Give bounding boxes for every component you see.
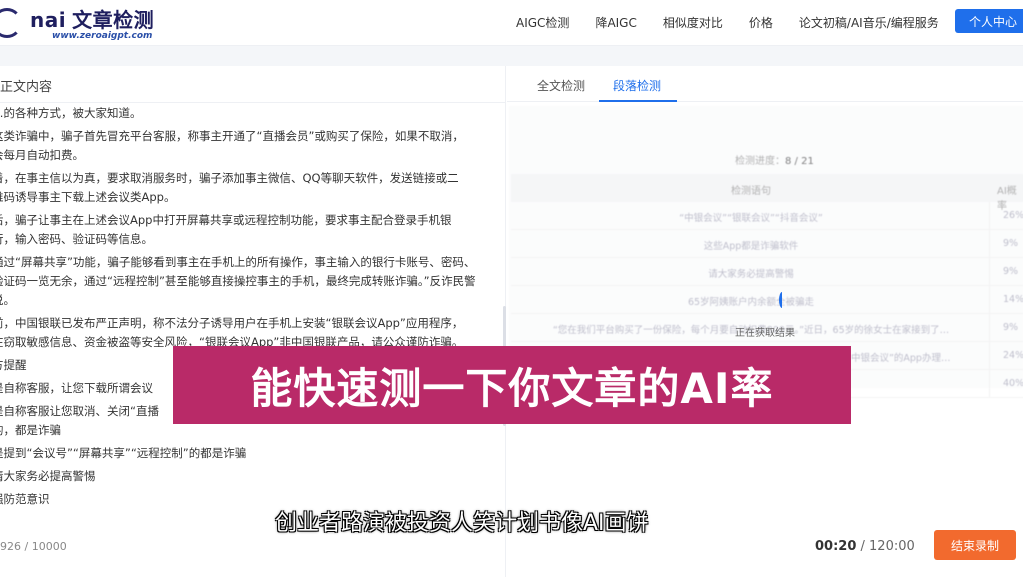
row-rate: 24% <box>1003 350 1023 361</box>
text-paragraph: 是提到“会议号”“屏幕共享”“远程控制”的都是诈骗 <box>0 444 497 463</box>
text-paragraph: 这类诈骗中，骗子首先冒充平台客服，称事主开通了“直播会员”或购买了保险，如果不取… <box>0 127 497 165</box>
result-tabs: 全文检测 段落检测 <box>507 66 1023 102</box>
tab-full-text[interactable]: 全文检测 <box>537 77 585 94</box>
text-paragraph: 请大家务必提高警惕 <box>0 467 497 486</box>
panel-title: 正文内容 <box>0 80 53 95</box>
text-line: 这类诈骗中，骗子首先冒充平台客服，称事主开通了“直播会员”或购买了保险，如果不取… <box>0 129 464 143</box>
nav-reduce-aigc[interactable]: 降AIGC <box>595 14 636 31</box>
table-row: “中银会议”“银联会议”“抖音会议” 26% <box>511 202 1023 230</box>
logo-brand: nai 文章检测 <box>30 8 155 32</box>
result-panel: 全文检测 段落检测 检测进度：8 / 21 检测语句 AI概率 “中银会议”“银… <box>507 66 1023 577</box>
text-line: 通过“屏幕共享”功能，骗子能够看到事主在手机上的所有操作，事主输入的银行卡账号、… <box>0 255 476 269</box>
text-paragraph: 通过“屏幕共享”功能，骗子能够看到事主在手机上的所有操作，事主输入的银行卡账号、… <box>0 253 497 310</box>
row-rate: 26% <box>1003 210 1023 221</box>
row-sentence: 这些App都是诈骗软件 <box>703 241 799 252</box>
nav-similarity[interactable]: 相似度对比 <box>663 14 723 31</box>
main-nav: AIGC检测 降AIGC 相似度对比 价格 论文初稿/AI音乐/编程服务 <box>516 14 965 31</box>
column-divider <box>989 342 990 369</box>
column-divider <box>989 370 990 397</box>
col-sentence: 检测语句 <box>731 186 771 197</box>
video-caption: 创业者路演被投资人笑计划书像AI画饼 <box>275 511 649 536</box>
top-header: nai 文章检测 www.zeroaigpt.com AIGC检测 降AIGC 相… <box>0 0 1023 46</box>
row-sentence: “中银会议”“银联会议”“抖音会议” <box>679 213 823 224</box>
loading-spinner-icon <box>779 292 785 308</box>
promo-banner: 能快速测一下你文章的AI率 <box>173 346 851 424</box>
text-line: 维码诱导事主下载上述会议类App。 <box>0 190 176 204</box>
record-timer: 00:20 / 120:00 <box>815 539 915 554</box>
column-divider <box>989 258 990 285</box>
user-center-button[interactable]: 个人中心 <box>954 9 1023 33</box>
nav-services[interactable]: 论文初稿/AI音乐/编程服务 <box>799 14 939 31</box>
column-divider <box>989 286 990 313</box>
text-line: 后，骗子让事主在上述会议App中打开屏幕共享或远程控制功能，要求事主配合登录手机… <box>0 213 452 227</box>
row-rate: 9% <box>1003 266 1019 277</box>
text-line: 说。 <box>0 293 15 307</box>
table-header: 检测语句 AI概率 <box>511 174 1023 212</box>
nav-aigc-detect[interactable]: AIGC检测 <box>516 14 569 31</box>
text-line: 行，输入密码、验证码等信息。 <box>0 232 153 246</box>
row-sentence: 65岁阿姨账户内余额全被骗走 <box>687 297 815 308</box>
promo-text: 能快速测一下你文章的AI率 <box>250 363 774 413</box>
text-line: 请大家务必提高警惕 <box>0 469 96 483</box>
text-line: 会每月自动扣费。 <box>0 148 84 162</box>
active-tab-indicator <box>599 100 677 102</box>
text-paragraph: …的各种方式，被大家知道。 <box>0 104 497 123</box>
text-paragraph: 着，在事主信以为真，要求取消服务时，骗子添加事主微信、QQ等聊天软件，发送链接或… <box>0 169 497 207</box>
row-rate: 40% <box>1003 378 1023 389</box>
divider <box>0 102 506 103</box>
stop-recording-button[interactable]: 结束录制 <box>934 530 1016 560</box>
table-row: 请大家务必提高警惕 9% <box>511 258 1023 286</box>
row-rate: 9% <box>1003 322 1019 333</box>
table-row: 65岁阿姨账户内余额全被骗走 14% <box>511 286 1023 314</box>
text-editor[interactable]: …的各种方式，被大家知道。这类诈骗中，骗子首先冒充平台客服，称事主开通了“直播会… <box>0 104 497 524</box>
text-line: 前，中国银联已发布严正声明，称不法分子诱导用户在手机上安装“银联会议App”应用… <box>0 316 464 330</box>
text-line: 验证码一览无余，通过“远程控制”甚至能够直接操控事主的手机，最终完成转账诈骗。”… <box>0 274 476 288</box>
text-line: 是提到“会议号”“屏幕共享”“远程控制”的都是诈骗 <box>0 446 247 460</box>
header-gap <box>0 46 1023 66</box>
table-row: 这些App都是诈骗软件 9% <box>511 230 1023 258</box>
column-divider <box>989 230 990 257</box>
row-sentence: 请大家务必提高警惕 <box>708 269 794 280</box>
char-count: 926 / 10000 <box>0 540 67 553</box>
progress-label: 检测进度：8 / 21 <box>735 156 814 167</box>
loading-text: 正在获取结果 <box>735 328 795 339</box>
row-rate: 14% <box>1003 294 1023 305</box>
text-line: …的各种方式，被大家知道。 <box>0 106 142 120</box>
row-rate: 9% <box>1003 238 1019 249</box>
site-logo[interactable]: nai 文章检测 www.zeroaigpt.com <box>0 4 154 41</box>
column-divider <box>989 314 990 341</box>
logo-url: www.zeroaigpt.com <box>52 31 153 41</box>
nav-pricing[interactable]: 价格 <box>749 14 773 31</box>
text-line: 着，在事主信以为真，要求取消服务时，骗子添加事主微信、QQ等聊天软件，发送链接或… <box>0 171 459 185</box>
text-paragraph: 后，骗子让事主在上述会议App中打开屏幕共享或远程控制功能，要求事主配合登录手机… <box>0 211 497 249</box>
text-panel: 正文内容 …的各种方式，被大家知道。这类诈骗中，骗子首先冒充平台客服，称事主开通… <box>0 66 506 577</box>
logo-mark-icon <box>0 7 22 38</box>
tab-paragraph[interactable]: 段落检测 <box>613 77 661 94</box>
column-divider <box>989 202 990 229</box>
